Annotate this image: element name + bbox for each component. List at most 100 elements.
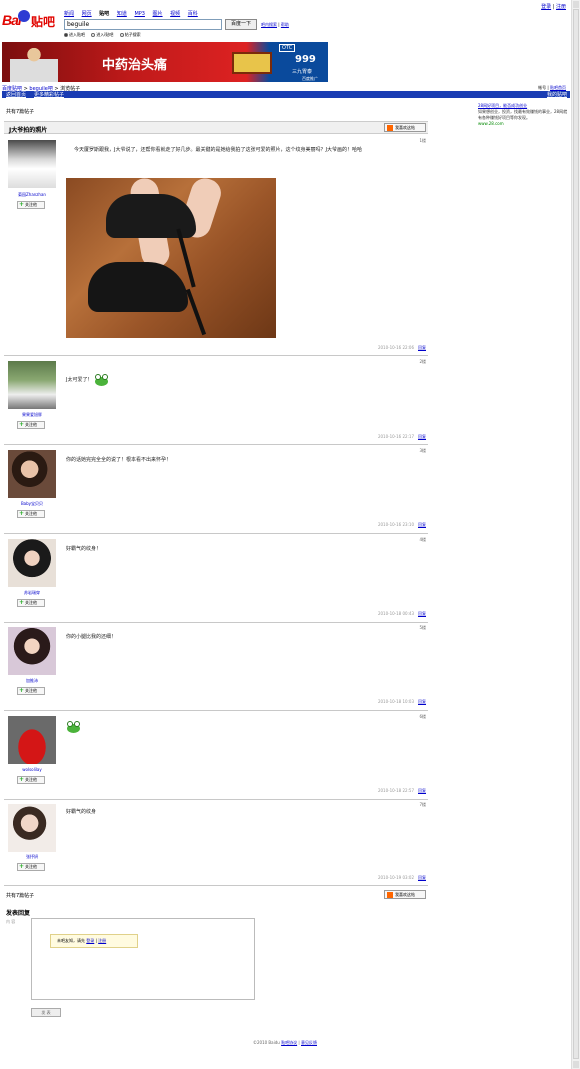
floor-number: 7楼 [419,802,426,807]
search-mode-radios: 进入贴吧 进入i贴吧 帖子搜索 [64,32,146,38]
reply-editor[interactable] [31,918,255,1000]
follow-button[interactable]: + 关注他 [17,776,45,784]
back-home-link[interactable]: 返回首页 [6,91,26,98]
follow-button[interactable]: + 关注他 [17,510,45,518]
avatar[interactable] [8,627,56,675]
nav-mp3[interactable]: MP3 [134,11,145,17]
post-content: 好霸气的纹身 [66,809,97,815]
tieba-home-link[interactable]: 贴吧首页 [550,85,566,90]
footer-feedback-link[interactable]: 意见反馈 [301,1040,317,1045]
radio-enter-ibar[interactable]: 进入i贴吧 [91,32,113,38]
post-floor-7: 张抒妍 + 关注他 7楼 好霸气的纹身 2010-10-19 03:02 回复 [4,800,428,886]
username[interactable]: 加推沛 [4,678,60,684]
favorite-button[interactable]: 我喜欢这帖 [384,123,426,132]
follow-button[interactable]: + 关注他 [17,863,45,871]
search-input[interactable]: beguile [64,19,222,30]
scroll-down-arrow[interactable] [573,1061,579,1068]
thread-header: J大爷拍的照片 我喜欢这帖 [4,121,428,134]
help-link[interactable]: 帮助 [281,22,289,27]
login-tip: 未吧友知，请先 登录 | 注册 [50,934,138,948]
nav-web[interactable]: 网页 [82,11,92,17]
vertical-scrollbar[interactable] [571,0,580,1069]
tip-login-link[interactable]: 登录 [86,938,94,943]
follow-button[interactable]: + 关注他 [17,687,45,695]
post-floor-3: Baby宝贝贝 + 关注他 3楼 你的话她完完全全的说了！根本看不出来怀孕！ 20… [4,446,428,534]
avatar[interactable] [8,140,56,188]
radio-enter-bar[interactable]: 进入贴吧 [64,32,85,38]
follow-button[interactable]: + 关注他 [17,421,45,429]
username[interactable]: 菊园Zhanzhan [4,192,60,198]
nav-news[interactable]: 新闻 [64,11,74,17]
my-tieba-link[interactable]: 我的贴吧 [547,91,567,98]
product-nav: 新闻 网页 贴吧 知道 MP3 图片 视频 百科 [64,10,204,17]
reply-section-title: 发表回复 [6,910,31,917]
follow-button[interactable]: + 关注他 [17,201,45,209]
floor-number: 1楼 [419,138,426,143]
submit-reply-button[interactable]: 发 表 [31,1008,61,1017]
reply-link[interactable]: 回复 [418,699,426,704]
post-floor-4: 苏岩瑞穿 + 关注他 4楼 好霸气的纹身！ 2010-10-18 00:43 回复 [4,535,428,623]
footer: ©2010 Baidu 贴吧协议 | 意见反馈 [252,1040,317,1045]
post-count-top: 共有7篇帖子 [6,109,35,115]
reply-link[interactable]: 回复 [418,434,426,439]
post-floor-2: 果果爱旭胖 + 关注他 2楼 J太可爱了！ 2010-10-16 22:17 回复 [4,357,428,445]
floor-number: 2楼 [419,359,426,364]
nav-baike[interactable]: 百科 [188,11,198,17]
post-photo[interactable] [66,178,276,338]
nav-zhidao[interactable]: 知道 [117,11,127,17]
frog-emoticon-icon [66,720,81,733]
post-meta: 2010-10-16 22:17 回复 [378,434,426,440]
post-floor-5: 加推沛 + 关注他 5楼 你的小腿比我的还细！ 2010-10-18 10:03 回… [4,623,428,711]
favorite-button-bottom[interactable]: 我喜欢这帖 [384,890,426,899]
floor-number: 3楼 [419,448,426,453]
post-content: 你的小腿比我的还细！ [66,634,117,640]
username[interactable]: 果果爱旭胖 [4,412,60,418]
username[interactable]: 苏岩瑞穿 [4,590,60,596]
sidebar-ad[interactable]: 28网好项目，能否成功创业 如果想创业，投资，找最有效赚钱的事业，28网就有各种… [478,103,570,127]
navigation-bar: 返回首页 更多精彩帖子 我的贴吧 [2,91,570,98]
top-links: 登录 | 注册 [541,4,566,10]
follow-button[interactable]: + 关注他 [17,599,45,607]
username[interactable]: Baby宝贝贝 [4,501,60,507]
username[interactable]: 张抒妍 [4,854,60,860]
scrollbar-thumb[interactable] [573,9,579,1059]
account-link[interactable]: 帐号 [538,85,546,90]
post-meta: 2010-10-16 22:06 回复 [378,345,426,351]
radio-post-search[interactable]: 帖子搜索 [119,32,141,38]
nav-image[interactable]: 图片 [153,11,163,17]
nav-video[interactable]: 视频 [170,11,180,17]
tip-register-link[interactable]: 注册 [98,938,106,943]
scroll-up-arrow[interactable] [573,1,579,8]
search-in-bar-link[interactable]: 吧内搜索 [261,22,277,27]
ad-brand: 三九胃泰 [292,69,313,75]
thread-title: J大爷拍的照片 [9,127,48,134]
post-meta: 2010-10-18 00:43 回复 [378,611,426,617]
username[interactable]: wolsolilay [4,767,60,772]
avatar[interactable] [8,361,56,409]
reply-link[interactable]: 回复 [418,345,426,350]
register-link[interactable]: 注册 [556,4,566,10]
avatar[interactable] [8,539,56,587]
copyright: ©2010 Baidu [252,1040,280,1045]
reply-link[interactable]: 回复 [418,522,426,527]
more-posts-link[interactable]: 更多精彩帖子 [34,91,64,98]
avatar[interactable] [8,804,56,852]
baidu-tieba-logo[interactable]: Bai 贴吧 [2,10,60,32]
post-time: 2010-10-18 22:57 [377,788,414,793]
reply-link[interactable]: 回复 [418,875,426,880]
ad-person-image [10,44,58,82]
nav-tieba[interactable]: 贴吧 [99,11,109,17]
post-content: J太可爱了！ [66,373,109,386]
post-content: 你的话她完完全全的说了！根本看不出来怀孕！ [66,457,172,463]
avatar[interactable] [8,716,56,764]
search-button[interactable]: 百度一下 [225,19,257,30]
floor-number: 5楼 [419,625,426,630]
reply-link[interactable]: 回复 [418,788,426,793]
reply-link[interactable]: 回复 [418,611,426,616]
sidebar-ad-url: www.28.com [478,121,504,126]
ad-banner[interactable]: 中药治头痛 OTC 999 三九胃泰 [2,42,328,82]
post-time: 2010-10-19 03:02 [377,875,414,880]
login-link[interactable]: 登录 [541,4,551,10]
avatar[interactable] [8,450,56,498]
footer-agreement-link[interactable]: 贴吧协议 [281,1040,297,1045]
